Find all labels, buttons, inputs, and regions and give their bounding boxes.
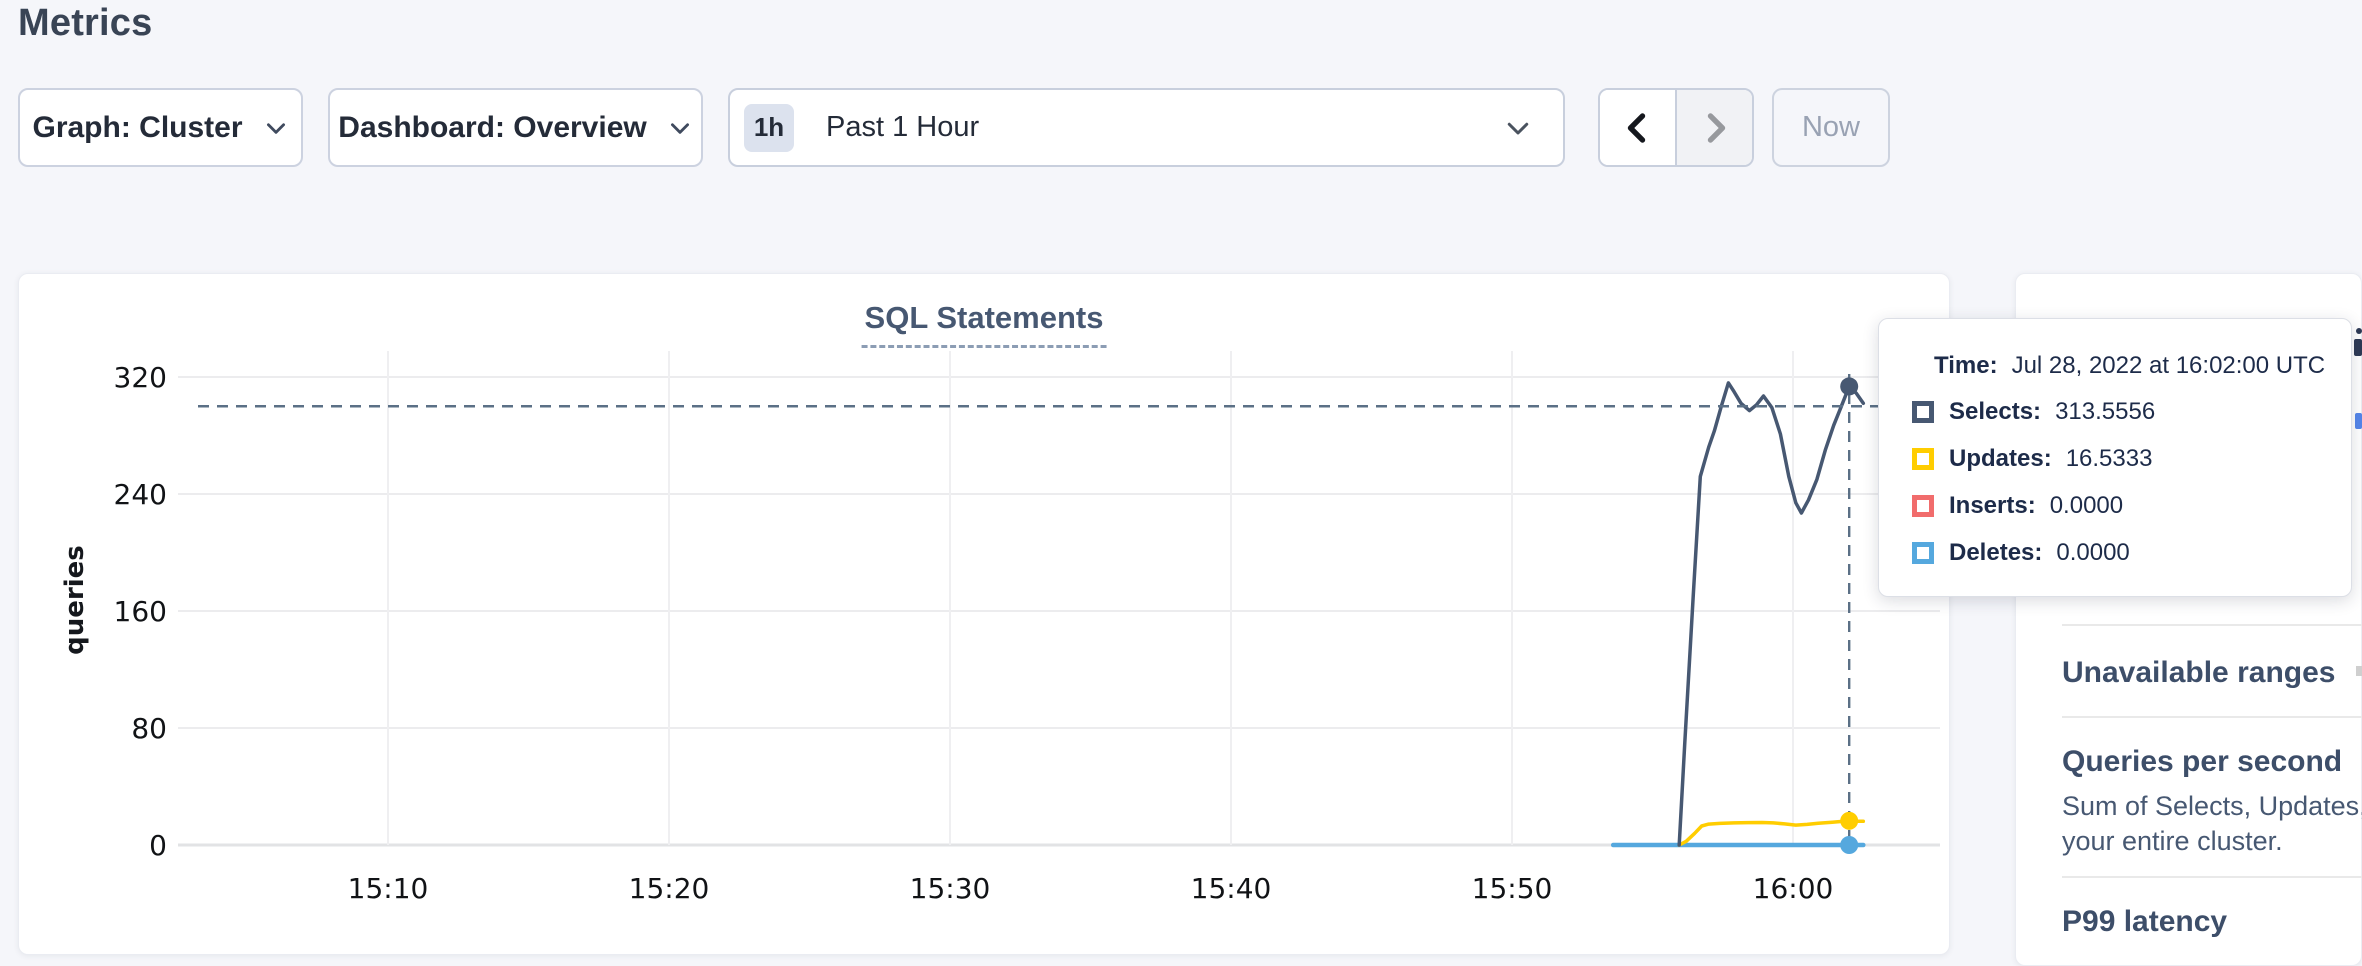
tooltip-row-label: Deletes: xyxy=(1949,539,2042,567)
chart-title[interactable]: SQL Statements xyxy=(862,300,1107,348)
tooltip-row-value: 313.5556 xyxy=(2055,398,2155,426)
tooltip-row-value: 16.5333 xyxy=(2066,445,2153,473)
sidebar-stat-description-line: your entire cluster. xyxy=(2062,826,2283,857)
page-title: Metrics xyxy=(18,0,152,48)
next-time-button[interactable] xyxy=(1677,90,1752,165)
sidebar-stat-queries-per-second: Queries per second xyxy=(2062,745,2342,779)
tooltip-row-deletes: Deletes: 0.0000 xyxy=(1912,541,2155,565)
chevron-right-icon xyxy=(1697,110,1733,146)
time-range-label: Past 1 Hour xyxy=(826,111,979,144)
tooltip-row-value: 0.0000 xyxy=(2050,492,2123,520)
sidebar-divider xyxy=(2062,876,2362,878)
clipped-content-fragment xyxy=(2355,413,2362,429)
previous-time-button[interactable] xyxy=(1600,90,1677,165)
tooltip-row-inserts: Inserts: 0.0000 xyxy=(1912,494,2155,518)
deletes-series-swatch-icon xyxy=(1912,542,1934,564)
inserts-series-swatch-icon xyxy=(1912,495,1934,517)
sql-statements-panel xyxy=(18,273,1950,955)
now-button[interactable]: Now xyxy=(1772,88,1890,167)
chevron-left-icon xyxy=(1620,110,1656,146)
updates-series-swatch-icon xyxy=(1912,448,1934,470)
clipped-content-fragment xyxy=(2354,339,2362,356)
sidebar-divider xyxy=(2062,624,2362,626)
metrics-page: Metrics Graph: Cluster Dashboard: Overvi… xyxy=(0,0,2362,966)
sidebar-stat-unavailable-ranges: Unavailable ranges xyxy=(2062,656,2335,690)
clipped-content-fragment xyxy=(2356,666,2362,676)
selects-series-swatch-icon xyxy=(1912,401,1934,423)
time-range-badge: 1h xyxy=(744,104,794,152)
tooltip-row-label: Selects: xyxy=(1949,398,2041,426)
tooltip-row-label: Updates: xyxy=(1949,445,2052,473)
tooltip-series-rows: Selects: 313.5556 Updates: 16.5333 Inser… xyxy=(1912,400,2155,565)
graph-dropdown-label: Graph: Cluster xyxy=(32,111,242,145)
tooltip-time-label: Time: xyxy=(1934,352,1998,379)
tooltip-row-selects: Selects: 313.5556 xyxy=(1912,400,2155,424)
chevron-down-icon xyxy=(667,115,693,141)
dashboard-dropdown[interactable]: Dashboard: Overview xyxy=(328,88,703,167)
sidebar-stat-description-line: Sum of Selects, Updates, Inser xyxy=(2062,791,2362,822)
tooltip-row-value: 0.0000 xyxy=(2056,539,2129,567)
tooltip-row-label: Inserts: xyxy=(1949,492,2036,520)
time-step-arrows xyxy=(1598,88,1754,167)
tooltip-row-updates: Updates: 16.5333 xyxy=(1912,447,2155,471)
chart-hover-tooltip: Time: Jul 28, 2022 at 16:02:00 UTC Select… xyxy=(1878,318,2352,597)
sidebar-divider xyxy=(2062,716,2362,718)
tooltip-time-row: Time: Jul 28, 2022 at 16:02:00 UTC xyxy=(1934,352,2325,380)
time-range-selector[interactable]: 1h Past 1 Hour xyxy=(728,88,1565,167)
tooltip-time-value: Jul 28, 2022 at 16:02:00 UTC xyxy=(2012,352,2326,379)
graph-dropdown[interactable]: Graph: Cluster xyxy=(18,88,303,167)
dashboard-dropdown-label: Dashboard: Overview xyxy=(338,111,646,145)
chevron-down-icon xyxy=(263,115,289,141)
clipped-content-fragment xyxy=(2356,328,2362,334)
chevron-down-icon xyxy=(1503,113,1533,143)
sidebar-stat-p99-latency: P99 latency xyxy=(2062,905,2227,939)
